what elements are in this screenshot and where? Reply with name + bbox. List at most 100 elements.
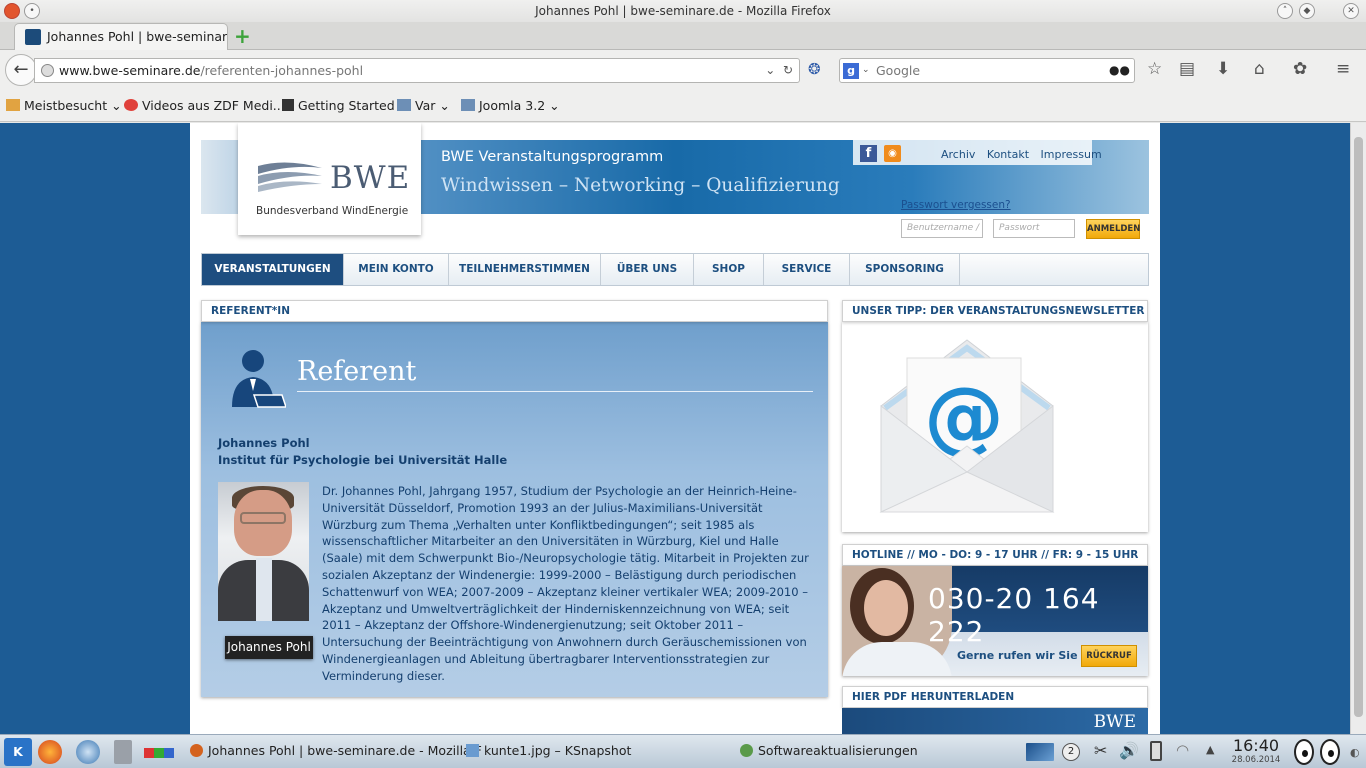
heading-divider bbox=[297, 391, 813, 392]
reload-icon[interactable]: ↻ bbox=[783, 63, 793, 77]
referent-box: Referent Johannes Pohl Institut für Psyc… bbox=[201, 322, 828, 697]
thunderbird-launcher-icon[interactable] bbox=[76, 740, 100, 764]
task-label: kunte1.jpg – KSnapshot bbox=[484, 743, 632, 758]
email-envelope-icon: @ bbox=[879, 339, 1055, 513]
referent-heading: Referent bbox=[297, 356, 417, 387]
clock[interactable]: 16:40 28.06.2014 bbox=[1223, 737, 1289, 766]
back-arrow-icon[interactable]: ← bbox=[5, 54, 37, 86]
hotline-banner[interactable]: 030-20 164 222 Gerne rufen wir Sie an! R… bbox=[842, 566, 1148, 676]
window-menu-button[interactable]: • bbox=[24, 3, 40, 19]
kde-menu-icon[interactable]: K bbox=[4, 738, 32, 766]
bookmark-star-icon[interactable]: ☆ bbox=[1147, 59, 1162, 79]
referent-bio: Dr. Johannes Pohl, Jahrgang 1957, Studiu… bbox=[322, 484, 809, 683]
link-impressum[interactable]: Impressum bbox=[1041, 148, 1102, 161]
xeyes-right-eye-icon bbox=[1320, 739, 1340, 765]
bookmark-label: Videos aus ZDF Medi... bbox=[142, 98, 285, 113]
password-forgot-link[interactable]: Passwort vergessen? bbox=[901, 199, 1011, 211]
nav-service[interactable]: SERVICE bbox=[764, 254, 850, 285]
scissors-icon[interactable]: ✂ bbox=[1094, 741, 1118, 765]
hamburger-menu-icon[interactable]: ≡ bbox=[1336, 59, 1350, 79]
bookmark-label: Joomla 3.2 bbox=[479, 98, 546, 113]
hotline-number: 030-20 164 222 bbox=[928, 582, 1100, 648]
url-path: /referenten-johannes-pohl bbox=[200, 63, 364, 78]
globe-icon bbox=[41, 64, 54, 77]
scrollbar-thumb[interactable] bbox=[1354, 137, 1363, 717]
task-ksnapshot[interactable]: kunte1.jpg – KSnapshot bbox=[466, 743, 631, 758]
firefox-launcher-icon[interactable] bbox=[38, 740, 62, 764]
facebook-icon[interactable]: f bbox=[860, 145, 877, 162]
binoculars-icon[interactable]: ●● bbox=[1109, 59, 1130, 82]
home-icon[interactable]: ⌂ bbox=[1254, 59, 1265, 79]
desktop-pager-icon[interactable] bbox=[1026, 743, 1054, 761]
firefox-app-icon[interactable] bbox=[4, 3, 20, 19]
close-window-button[interactable]: ✕ bbox=[1343, 3, 1359, 19]
nav-sponsoring[interactable]: SPONSORING bbox=[850, 254, 960, 285]
main-navigation: VERANSTALTUNGEN MEIN KONTO TEILNEHMERSTI… bbox=[201, 253, 1149, 286]
url-dropdown-chevron-icon[interactable]: ⌄ bbox=[765, 63, 775, 77]
newsletter-box[interactable]: @ bbox=[842, 322, 1148, 532]
header-title: BWE Veranstaltungsprogramm bbox=[441, 149, 664, 165]
wing-logo-icon bbox=[258, 162, 322, 192]
volume-icon[interactable]: 🔊 bbox=[1119, 741, 1143, 765]
minimize-button[interactable]: ˄ bbox=[1277, 3, 1293, 19]
bookmark-var[interactable]: Var ⌄ bbox=[397, 98, 450, 113]
navigation-toolbar: ← www.bwe-seminare.de/referenten-johanne… bbox=[0, 50, 1366, 90]
photo-caption-tooltip: Johannes Pohl bbox=[225, 636, 313, 659]
new-tab-plus-icon[interactable]: + bbox=[234, 25, 251, 47]
extension-swirl-icon[interactable]: ❂ bbox=[808, 60, 821, 78]
referent-institution: Institut für Psychologie bei Universität… bbox=[218, 453, 508, 467]
bookmark-joomla[interactable]: Joomla 3.2 ⌄ bbox=[461, 98, 560, 113]
password-input[interactable]: Passwort bbox=[993, 219, 1075, 238]
cashew-menu-icon[interactable]: ◐ bbox=[1350, 746, 1362, 759]
google-icon[interactable]: g bbox=[843, 63, 859, 79]
referent-photo bbox=[218, 482, 309, 621]
bookmark-getting-started[interactable]: Getting Started bbox=[282, 98, 395, 113]
desktop-number[interactable]: 2 bbox=[1062, 743, 1080, 761]
callback-button[interactable]: RÜCKRUF bbox=[1081, 645, 1137, 667]
zdf-icon bbox=[124, 99, 138, 111]
login-button[interactable]: ANMELDEN bbox=[1086, 219, 1140, 239]
browser-tab[interactable]: Johannes Pohl | bwe-seminar… bbox=[14, 23, 228, 50]
battery-icon[interactable] bbox=[1150, 741, 1162, 761]
vertical-scrollbar[interactable] bbox=[1350, 123, 1366, 734]
task-label: Johannes Pohl | bwe-seminare.de - Mozill… bbox=[208, 743, 482, 758]
downloads-icon[interactable]: ⬇ bbox=[1216, 59, 1230, 79]
nav-ueber-uns[interactable]: ÜBER UNS bbox=[601, 254, 694, 285]
newsletter-label: UNSER TIPP: DER VERANSTALTUNGSNEWSLETTER bbox=[842, 300, 1148, 322]
header-slogan: Windwissen – Networking – Qualifizierung bbox=[441, 175, 840, 196]
site-favicon-icon bbox=[25, 29, 41, 45]
url-bar[interactable]: www.bwe-seminare.de/referenten-johannes-… bbox=[34, 58, 800, 83]
search-engine-chevron-icon[interactable]: ⌄ bbox=[862, 59, 870, 82]
bookmarks-toolbar: Meistbesucht ⌄ Videos aus ZDF Medi... Ge… bbox=[0, 90, 1366, 122]
pdf-download-banner[interactable]: BWE bbox=[842, 708, 1148, 734]
nav-mein-konto[interactable]: MEIN KONTO bbox=[344, 254, 449, 285]
wifi-icon[interactable]: ◠ bbox=[1176, 741, 1200, 765]
callback-text: Gerne rufen wir Sie an! bbox=[957, 649, 1102, 662]
calculator-icon[interactable] bbox=[114, 740, 132, 764]
task-firefox[interactable]: Johannes Pohl | bwe-seminare.de - Mozill… bbox=[190, 743, 482, 758]
bookmark-meistbesucht[interactable]: Meistbesucht ⌄ bbox=[6, 98, 122, 113]
url-domain: www.bwe-seminare.de bbox=[59, 63, 201, 78]
rss-icon[interactable]: ◉ bbox=[884, 145, 901, 162]
nav-veranstaltungen[interactable]: VERANSTALTUNGEN bbox=[202, 254, 344, 285]
username-input[interactable]: Benutzername / E bbox=[901, 219, 983, 238]
referent-name: Johannes Pohl bbox=[218, 436, 310, 450]
link-archiv[interactable]: Archiv bbox=[941, 148, 975, 161]
firefox-small-icon bbox=[190, 744, 203, 757]
reading-list-icon[interactable]: ▤ bbox=[1179, 59, 1195, 79]
bwe-logo[interactable]: BWE Bundesverband WindEnergie bbox=[238, 123, 421, 235]
referent-box-label: REFERENT*IN bbox=[201, 300, 828, 322]
pdf-bwe-logo: BWE bbox=[1093, 712, 1136, 732]
task-software-updates[interactable]: Softwareaktualisierungen bbox=[740, 743, 918, 758]
nav-shop[interactable]: SHOP bbox=[694, 254, 764, 285]
update-gear-icon bbox=[740, 744, 753, 757]
addon-puzzle-icon[interactable]: ✿ bbox=[1293, 59, 1307, 79]
link-kontakt[interactable]: Kontakt bbox=[987, 148, 1029, 161]
nav-teilnehmerstimmen[interactable]: TEILNEHMERSTIMMEN bbox=[449, 254, 601, 285]
search-bar[interactable]: g ⌄ Google ●● bbox=[839, 58, 1135, 83]
color-dots-icon[interactable] bbox=[144, 748, 174, 758]
bookmark-zdf-videos[interactable]: Videos aus ZDF Medi... bbox=[124, 98, 285, 113]
maximize-button[interactable]: ◆ bbox=[1299, 3, 1315, 19]
bookmark-label: Getting Started bbox=[298, 98, 395, 113]
search-placeholder: Google bbox=[876, 63, 921, 78]
